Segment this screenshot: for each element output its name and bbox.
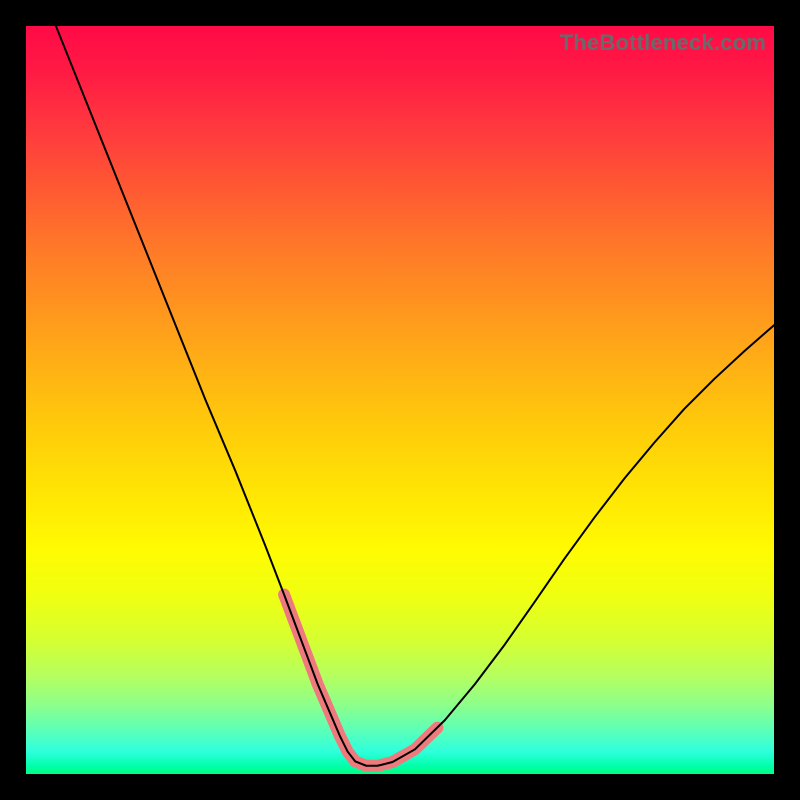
black-curve-path — [56, 26, 774, 766]
pink-highlight-path — [284, 594, 437, 765]
plot-area: TheBottleneck.com — [26, 26, 774, 774]
chart-frame: TheBottleneck.com — [0, 0, 800, 800]
chart-svg — [26, 26, 774, 774]
